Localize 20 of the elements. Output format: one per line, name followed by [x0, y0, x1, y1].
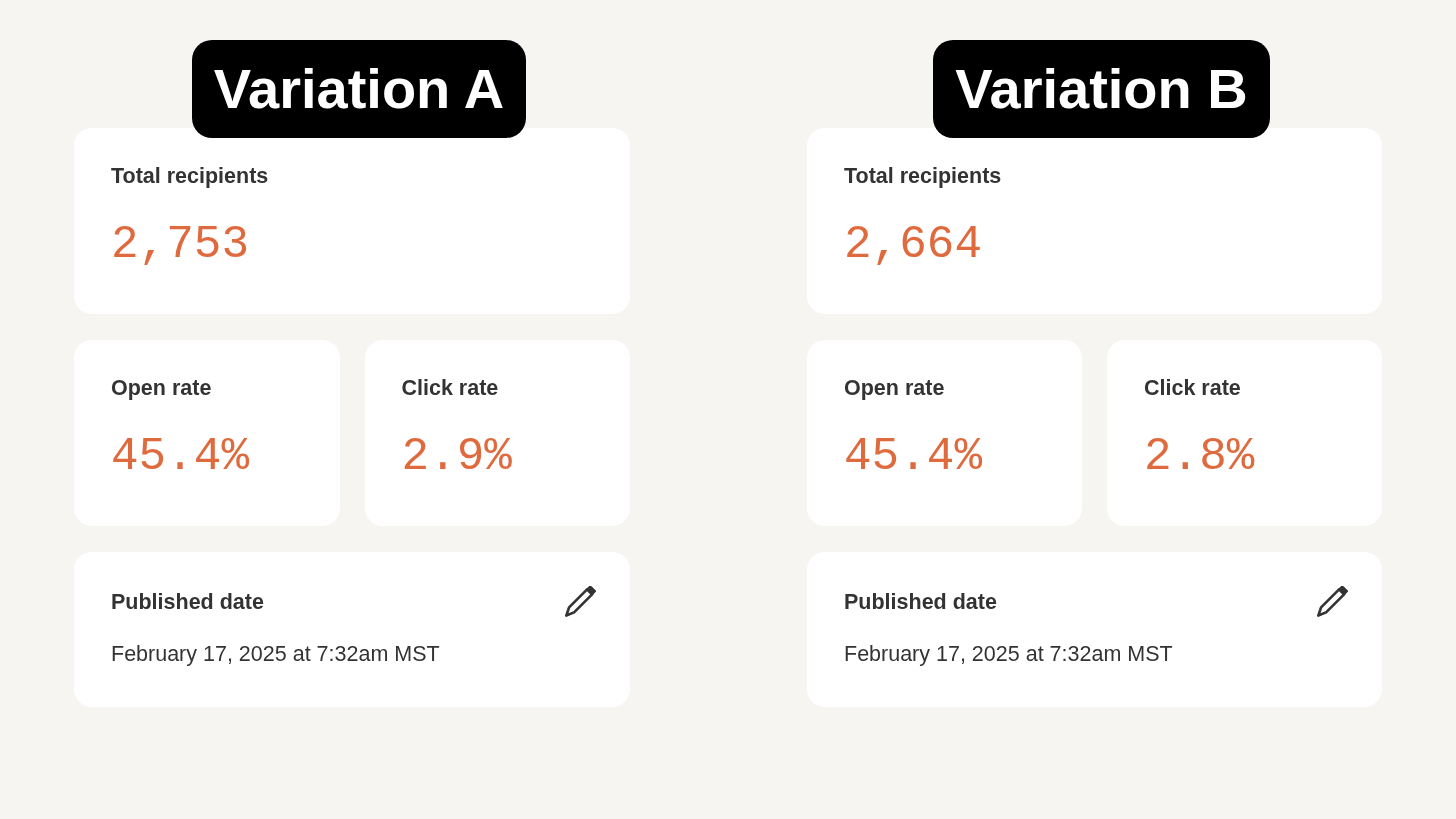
date-label: Published date	[111, 589, 264, 614]
stat-label: Total recipients	[111, 164, 270, 188]
stat-value: 2.8%	[1144, 430, 1256, 484]
variation-title: Variation A	[191, 40, 527, 138]
stat-label: Open rate	[111, 376, 213, 400]
stat-label: Total recipients	[844, 164, 1003, 188]
variation-title: Variation B	[933, 40, 1270, 138]
stat-value: 45.4%	[111, 430, 251, 484]
pencil-icon[interactable]	[1317, 586, 1348, 617]
stat-label: Click rate	[1144, 376, 1242, 400]
stat-value: 2.9%	[401, 430, 513, 484]
pencil-icon[interactable]	[565, 586, 596, 617]
stat-value: 2,753	[111, 218, 251, 272]
stat-label: Open rate	[844, 376, 946, 400]
stat-value: 2,664	[844, 218, 984, 272]
date-value: February 17, 2025 at 7:32am MST	[844, 641, 1174, 667]
date-value: February 17, 2025 at 7:32am MST	[111, 641, 441, 667]
stat-label: Click rate	[401, 376, 500, 400]
date-label: Published date	[844, 589, 997, 614]
stat-value: 45.4%	[844, 430, 984, 484]
